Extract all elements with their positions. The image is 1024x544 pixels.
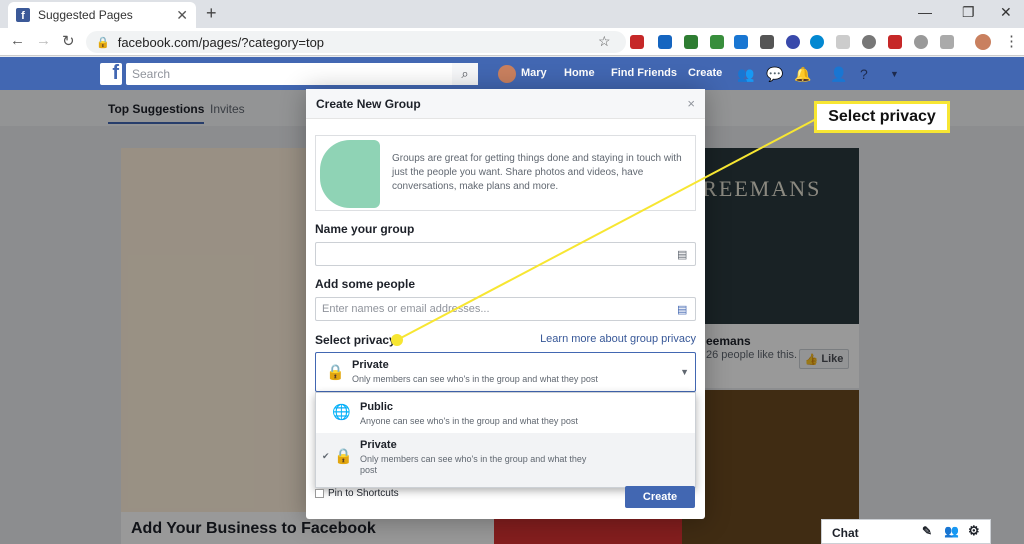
new-group-icon[interactable]: 👥 bbox=[944, 524, 959, 538]
extension-icon[interactable] bbox=[888, 35, 902, 49]
privacy-dropdown: 🌐 Public Anyone can see who's in the gro… bbox=[315, 392, 696, 488]
dialog-title: Create New Group bbox=[316, 97, 421, 111]
create-group-dialog: Create New Group × Groups are great for … bbox=[306, 89, 705, 519]
bookmark-star-icon[interactable]: ☆ bbox=[598, 33, 611, 50]
avatar[interactable] bbox=[498, 65, 516, 83]
profile-avatar[interactable] bbox=[975, 34, 991, 50]
pin-label: Pin to Shortcuts bbox=[328, 488, 399, 499]
account-menu-chevron-down-icon[interactable]: ▼ bbox=[890, 69, 906, 85]
group-name-label: Name your group bbox=[315, 222, 415, 236]
friend-requests-icon[interactable]: 👥 bbox=[737, 66, 754, 82]
extension-icon[interactable] bbox=[940, 35, 954, 49]
extension-icon[interactable] bbox=[914, 35, 928, 49]
privacy-selected-title: Private bbox=[352, 359, 389, 371]
restore-icon[interactable]: ❐ bbox=[962, 4, 975, 21]
facebook-header: f Search ⌕ Mary Home Find Friends Create… bbox=[0, 57, 1024, 90]
contacts-icon[interactable]: ▤ bbox=[677, 303, 689, 316]
privacy-selected-desc: Only members can see who's in the group … bbox=[352, 374, 598, 384]
extension-icon[interactable] bbox=[630, 35, 644, 49]
extension-icon[interactable] bbox=[684, 35, 698, 49]
notifications-icon[interactable]: 🔔 bbox=[794, 66, 811, 82]
create-link[interactable]: Create bbox=[688, 67, 722, 79]
chevron-down-icon: ▼ bbox=[680, 367, 689, 377]
search-icon[interactable]: ⌕ bbox=[452, 63, 478, 85]
option-title: Public bbox=[360, 401, 394, 413]
add-people-input[interactable]: Enter names or email addresses... ▤ bbox=[315, 297, 696, 321]
dialog-header: Create New Group × bbox=[306, 89, 705, 119]
profile-link[interactable]: Mary bbox=[521, 67, 547, 79]
privacy-option-public[interactable]: 🌐 Public Anyone can see who's in the gro… bbox=[316, 393, 695, 433]
reload-icon[interactable]: ↻ bbox=[62, 32, 75, 50]
group-intro-text: Groups are great for getting things done… bbox=[392, 153, 682, 192]
browser-tab[interactable]: f Suggested Pages ✕ bbox=[8, 2, 196, 28]
browser-tabbar: f Suggested Pages ✕ + — ❐ ✕ bbox=[0, 0, 1024, 28]
checkmark-icon: ✔ bbox=[322, 451, 330, 461]
new-tab-icon[interactable]: + bbox=[206, 3, 217, 24]
home-link[interactable]: Home bbox=[564, 67, 595, 79]
chat-label: Chat bbox=[832, 526, 859, 540]
compose-icon[interactable]: ✎ bbox=[922, 524, 932, 538]
extension-icon[interactable] bbox=[786, 35, 800, 49]
option-desc: Only members can see who's in the group … bbox=[360, 454, 587, 475]
add-people-label: Add some people bbox=[315, 277, 416, 291]
extension-icon[interactable] bbox=[760, 35, 774, 49]
find-friends-link[interactable]: Find Friends bbox=[611, 67, 677, 79]
globe-icon: 🌐 bbox=[332, 404, 351, 421]
privacy-select[interactable]: 🔒 Private Only members can see who's in … bbox=[315, 352, 696, 392]
option-desc: Anyone can see who's in the group and wh… bbox=[360, 416, 578, 426]
tab-close-icon[interactable]: ✕ bbox=[176, 7, 188, 24]
groups-icon[interactable]: 👤 bbox=[830, 66, 847, 82]
group-intro-box: Groups are great for getting things done… bbox=[315, 135, 696, 211]
id-card-icon: ▤ bbox=[677, 249, 688, 261]
add-people-placeholder: Enter names or email addresses... bbox=[322, 303, 490, 315]
help-icon[interactable]: ? bbox=[860, 66, 876, 82]
facebook-favicon-icon: f bbox=[16, 8, 30, 22]
lock-icon: 🔒 bbox=[326, 364, 345, 381]
gear-icon[interactable]: ⚙ bbox=[968, 523, 980, 539]
messenger-icon[interactable]: 💬 bbox=[766, 66, 783, 82]
url-text: facebook.com/pages/?category=top bbox=[117, 34, 325, 50]
close-icon[interactable]: × bbox=[687, 96, 695, 111]
browser-toolbar: ← → ↻ 🔒 facebook.com/pages/?category=top… bbox=[0, 28, 1024, 56]
tab-title: Suggested Pages bbox=[38, 8, 133, 22]
create-group-button[interactable]: Create bbox=[625, 486, 695, 508]
checkbox[interactable] bbox=[315, 489, 324, 498]
group-illustration bbox=[320, 140, 380, 208]
pin-to-shortcuts-checkbox[interactable]: Pin to Shortcuts bbox=[315, 488, 399, 499]
window-close-icon[interactable]: ✕ bbox=[1000, 4, 1012, 21]
select-privacy-callout: Select privacy bbox=[814, 101, 950, 133]
extension-icon[interactable] bbox=[862, 35, 876, 49]
extension-icon[interactable] bbox=[836, 35, 850, 49]
extension-icon[interactable] bbox=[810, 35, 824, 49]
extension-icon[interactable] bbox=[710, 35, 724, 49]
back-icon[interactable]: ← bbox=[10, 32, 25, 49]
extension-icon[interactable] bbox=[658, 35, 672, 49]
secure-lock-icon: 🔒 bbox=[96, 36, 110, 49]
browser-menu-icon[interactable]: ⋮ bbox=[1004, 32, 1019, 50]
minimize-icon[interactable]: — bbox=[918, 4, 932, 20]
privacy-option-private[interactable]: ✔ 🔒 Private Only members can see who's i… bbox=[316, 433, 695, 487]
fb-search-input[interactable]: Search bbox=[126, 63, 478, 85]
group-name-input[interactable]: ▤ bbox=[315, 242, 696, 266]
option-title: Private bbox=[360, 439, 397, 451]
extension-icon[interactable] bbox=[734, 35, 748, 49]
address-bar[interactable]: 🔒 facebook.com/pages/?category=top bbox=[86, 31, 626, 53]
chat-bar[interactable]: Chat ✎ 👥 ⚙ bbox=[821, 519, 991, 544]
facebook-logo[interactable]: f bbox=[100, 62, 122, 85]
learn-more-privacy-link[interactable]: Learn more about group privacy bbox=[540, 333, 696, 345]
lock-icon: 🔒 bbox=[334, 448, 353, 465]
forward-icon[interactable]: → bbox=[36, 32, 51, 49]
privacy-label: Select privacy bbox=[315, 333, 396, 347]
